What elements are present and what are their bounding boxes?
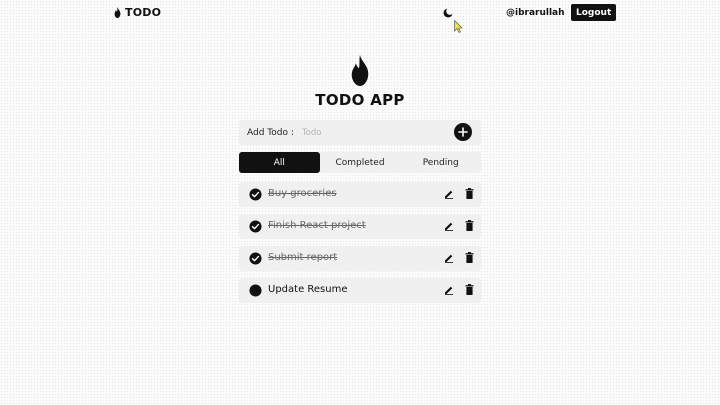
todo-list: Buy groceries Finish React project Submi…	[239, 182, 481, 310]
todo-item: Update Resume	[239, 278, 481, 303]
tab-pending[interactable]: Pending	[400, 152, 481, 173]
logout-button[interactable]: Logout	[571, 4, 617, 21]
brand-name: TODO	[125, 6, 162, 19]
mouse-cursor-icon	[454, 20, 463, 33]
trash-icon[interactable]	[465, 252, 474, 263]
circle-icon[interactable]	[249, 284, 262, 297]
pencil-icon[interactable]	[444, 253, 454, 263]
pencil-icon[interactable]	[444, 221, 454, 231]
brand[interactable]: TODO	[113, 6, 161, 19]
todo-item: Submit report	[239, 246, 481, 271]
check-circle-icon[interactable]	[249, 188, 262, 201]
flame-icon	[114, 7, 121, 18]
plus-icon	[458, 127, 468, 137]
trash-icon[interactable]	[465, 284, 474, 295]
check-circle-icon[interactable]	[249, 252, 262, 265]
navbar: TODO @ibrarullah Logout	[0, 0, 720, 33]
todo-item: Buy groceries	[239, 182, 481, 207]
check-circle-icon[interactable]	[249, 220, 262, 233]
moon-icon[interactable]	[442, 7, 454, 19]
add-todo-bar: Add Todo :	[239, 120, 481, 145]
add-todo-button[interactable]	[454, 123, 472, 141]
todo-text: Buy groceries	[268, 188, 337, 199]
todo-item: Finish React project	[239, 214, 481, 239]
tab-completed[interactable]: Completed	[320, 152, 401, 173]
page-title: TODO APP	[315, 91, 405, 109]
trash-icon[interactable]	[465, 220, 474, 231]
todo-input[interactable]	[301, 127, 452, 138]
tab-all[interactable]: All	[239, 152, 320, 173]
trash-icon[interactable]	[465, 188, 474, 199]
todo-text: Finish React project	[268, 220, 366, 231]
todo-text: Submit report	[268, 252, 338, 263]
filter-tabs: All Completed Pending	[239, 152, 481, 173]
pencil-icon[interactable]	[444, 285, 454, 295]
todo-text: Update Resume	[268, 284, 348, 295]
pencil-icon[interactable]	[444, 189, 454, 199]
add-todo-label: Add Todo :	[247, 127, 294, 138]
flame-icon	[351, 55, 369, 86]
username: @ibrarullah	[506, 8, 565, 18]
